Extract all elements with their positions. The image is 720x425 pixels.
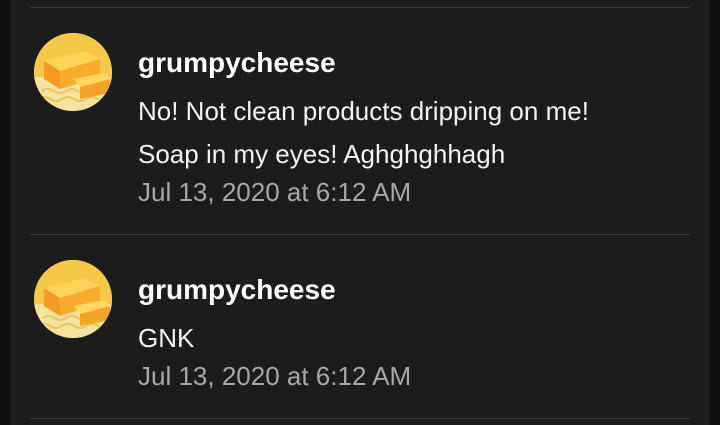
divider — [30, 418, 690, 419]
username[interactable]: grumpycheese — [138, 274, 336, 306]
timestamp: Jul 13, 2020 at 6:12 AM — [138, 361, 412, 391]
cheese-avatar-icon[interactable] — [34, 260, 112, 338]
comments-panel: grumpycheese No! Not clean products drip… — [10, 0, 710, 425]
comment-text-line: GNK — [138, 323, 195, 353]
comment-item: grumpycheese GNK Jul 13, 2020 at 6:12 AM — [10, 0, 710, 419]
